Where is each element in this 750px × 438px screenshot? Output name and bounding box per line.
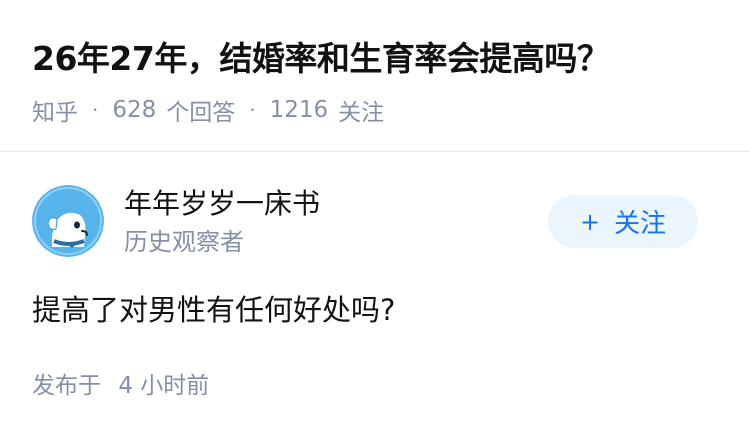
- answer-time-value: 4 小时前: [118, 373, 210, 399]
- answer-content[interactable]: 提高了对男性有任何好处吗?: [32, 290, 395, 330]
- source-label[interactable]: 知乎: [32, 93, 78, 127]
- plus-icon: +: [579, 207, 601, 236]
- question-title[interactable]: 26年27年，结婚率和生育率会提高吗？: [32, 36, 610, 82]
- question-meta: 知乎 · 628 个回答 · 1216 关注: [32, 94, 384, 126]
- answer-card: 年年岁岁一床书 历史观察者 + 关注 提高了对男性有任何好处吗? 发布于 4 小…: [0, 152, 750, 438]
- answer-time: 发布于 4 小时前: [32, 370, 209, 402]
- answer-count: 628: [112, 97, 157, 123]
- follower-count: 1216: [269, 97, 329, 123]
- answer-count-label: 个回答: [166, 100, 236, 126]
- question-header: 26年27年，结婚率和生育率会提高吗？ 知乎 · 628 个回答 · 1216 …: [0, 0, 750, 152]
- follow-button[interactable]: + 关注: [548, 195, 698, 248]
- dog-avatar-icon: [32, 185, 104, 257]
- author-name[interactable]: 年年岁岁一床书: [124, 186, 320, 222]
- avatar[interactable]: [32, 185, 104, 257]
- author-bio: 历史观察者: [124, 228, 244, 256]
- question-page: 26年27年，结婚率和生育率会提高吗？ 知乎 · 628 个回答 · 1216 …: [0, 0, 750, 438]
- answer-time-label: 发布于: [32, 373, 101, 399]
- follower-count-label: 关注: [338, 100, 385, 126]
- follow-button-label: 关注: [614, 209, 667, 239]
- meta-separator: ·: [249, 98, 256, 122]
- meta-separator: ·: [92, 98, 99, 122]
